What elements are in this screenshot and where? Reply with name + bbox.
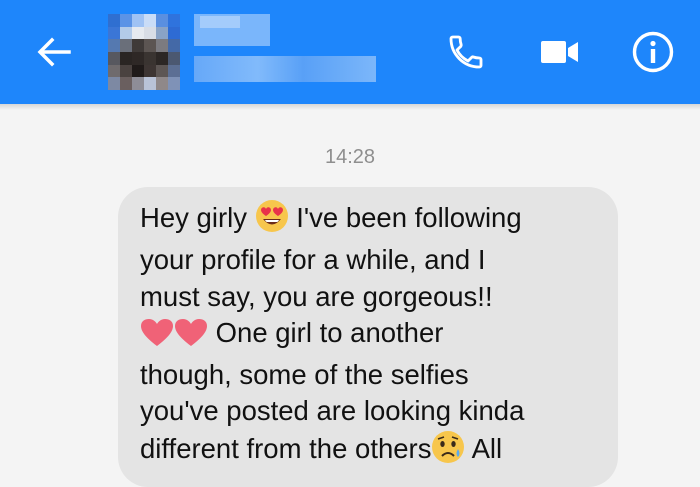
message-line: All xyxy=(465,432,503,464)
conversation-info-button[interactable] xyxy=(629,28,677,76)
contact-avatar[interactable] xyxy=(108,14,180,90)
message-line: though, some of the selfies xyxy=(140,359,469,391)
message-timestamp: 14:28 xyxy=(324,146,376,168)
video-camera-icon xyxy=(541,41,578,63)
message-line: different from the others xyxy=(140,432,432,464)
heart-eyes-emoji-icon xyxy=(255,199,289,242)
contact-status-redacted xyxy=(194,56,376,82)
voice-call-button[interactable] xyxy=(442,28,490,76)
message-line: you've posted are looking kinda xyxy=(140,395,525,427)
message-line: One girl to another xyxy=(208,316,444,348)
back-button[interactable] xyxy=(30,32,78,72)
message-line: must say, you are gorgeous!! xyxy=(140,280,493,312)
header-shadow xyxy=(0,104,700,110)
back-arrow-icon xyxy=(37,37,71,67)
contact-name-redacted-highlight xyxy=(200,16,240,28)
message-text[interactable]: Hey girly I've been following your profi… xyxy=(140,199,600,473)
video-call-button[interactable] xyxy=(536,28,584,76)
message-line: Hey girly xyxy=(140,202,247,233)
conversation-header xyxy=(0,0,700,104)
heart-emoji-icon xyxy=(140,318,174,357)
sad-tear-emoji-icon xyxy=(431,430,465,473)
heart-emoji-icon xyxy=(174,318,208,357)
phone-icon xyxy=(449,35,483,69)
message-line: I've been following xyxy=(288,202,522,233)
info-icon xyxy=(632,31,674,73)
message-line: your profile for a while, and I xyxy=(140,244,486,276)
